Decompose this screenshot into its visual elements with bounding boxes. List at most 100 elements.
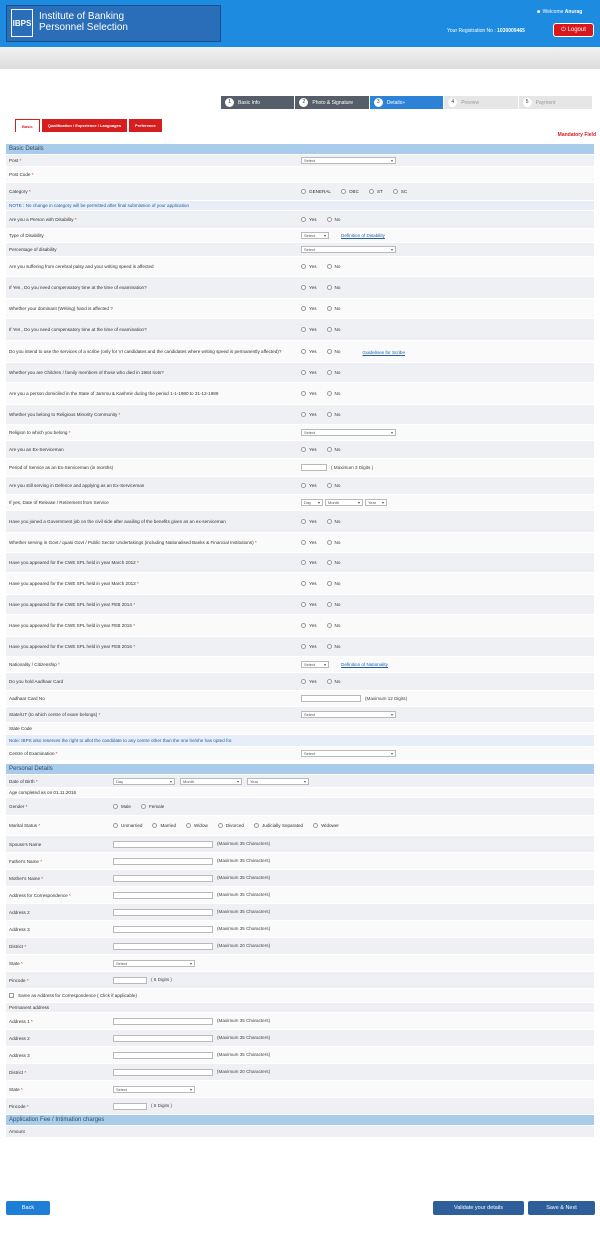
select-field[interactable]: Select (301, 232, 329, 239)
radio-circle[interactable] (253, 822, 259, 828)
radio-option[interactable]: Yes (301, 390, 317, 396)
radio-option[interactable]: GENERAL (301, 188, 331, 194)
date-select[interactable]: Day (113, 777, 175, 785)
radio-option[interactable]: Yes (301, 601, 317, 607)
step-4[interactable]: 4 Preview (444, 96, 518, 109)
radio-circle[interactable] (113, 803, 118, 809)
radio-circle[interactable] (301, 216, 306, 222)
radio-option[interactable]: Widow (186, 822, 208, 828)
radio-circle[interactable] (326, 284, 332, 290)
radio-circle[interactable] (301, 188, 306, 194)
radio-circle[interactable] (326, 580, 332, 586)
radio-circle[interactable] (186, 822, 192, 828)
radio-circle[interactable] (301, 446, 306, 452)
date-select[interactable]: Month (180, 777, 242, 785)
ibps-logo[interactable]: IBPS Institute of Banking Personnel Sele… (6, 5, 221, 42)
radio-option[interactable]: Female (140, 803, 164, 809)
radio-circle[interactable] (313, 822, 319, 828)
text-input[interactable] (113, 925, 213, 933)
text-input[interactable] (113, 1017, 213, 1025)
date-select[interactable]: Month (325, 499, 363, 506)
date-select[interactable]: Day (301, 499, 323, 506)
definition-link[interactable]: Definition of Nationality (341, 662, 388, 667)
radio-circle[interactable] (301, 284, 306, 290)
radio-circle[interactable] (340, 188, 346, 194)
radio-circle[interactable] (301, 369, 306, 375)
radio-circle[interactable] (326, 559, 332, 565)
radio-option[interactable]: No (326, 482, 340, 488)
radio-option[interactable]: No (326, 326, 340, 332)
step-1[interactable]: 1 Basic Info (221, 96, 295, 109)
radio-circle[interactable] (326, 326, 332, 332)
date-select[interactable]: Year (247, 777, 309, 785)
radio-circle[interactable] (326, 263, 332, 269)
date-select[interactable]: Year (365, 499, 387, 506)
radio-circle[interactable] (326, 539, 332, 545)
radio-circle[interactable] (301, 411, 306, 417)
radio-circle[interactable] (301, 622, 306, 628)
radio-circle[interactable] (326, 622, 332, 628)
radio-circle[interactable] (326, 369, 332, 375)
radio-circle[interactable] (326, 216, 332, 222)
radio-option[interactable]: Yes (301, 678, 317, 684)
radio-option[interactable]: Yes (301, 643, 317, 649)
radio-circle[interactable] (326, 348, 332, 354)
tab-3[interactable]: Preference (129, 119, 162, 132)
radio-option[interactable]: Judicially Separated (253, 822, 303, 828)
radio-option[interactable]: Yes (301, 518, 317, 524)
radio-circle[interactable] (301, 539, 306, 545)
radio-option[interactable]: Yes (301, 369, 317, 375)
radio-option[interactable]: Yes (301, 348, 317, 354)
radio-option[interactable]: Widower (313, 822, 339, 828)
radio-option[interactable]: Yes (301, 446, 317, 452)
radio-option[interactable]: No (326, 601, 340, 607)
radio-option[interactable]: No (326, 539, 340, 545)
radio-option[interactable]: Yes (301, 482, 317, 488)
radio-option[interactable]: No (326, 284, 340, 290)
radio-option[interactable]: Yes (301, 263, 317, 269)
text-input[interactable] (113, 942, 213, 950)
validate-button[interactable]: Validate your details (433, 1201, 524, 1215)
select-field[interactable]: Select (113, 959, 195, 967)
text-input[interactable] (113, 840, 213, 848)
pincode-input[interactable] (113, 1102, 147, 1110)
radio-circle[interactable] (301, 580, 306, 586)
radio-circle[interactable] (301, 559, 306, 565)
radio-option[interactable]: ST (368, 188, 383, 194)
radio-option[interactable]: No (326, 411, 340, 417)
radio-circle[interactable] (301, 482, 306, 488)
radio-circle[interactable] (140, 803, 146, 809)
radio-option[interactable]: Divorced (217, 822, 244, 828)
select-field[interactable]: Select (301, 750, 396, 757)
radio-option[interactable]: Married (152, 822, 176, 828)
back-button[interactable]: Back (6, 1201, 50, 1215)
step-3[interactable]: 3 Details » (369, 96, 444, 109)
radio-option[interactable]: No (326, 622, 340, 628)
radio-option[interactable]: No (326, 305, 340, 311)
radio-circle[interactable] (326, 643, 332, 649)
radio-circle[interactable] (326, 411, 332, 417)
radio-option[interactable]: No (326, 643, 340, 649)
step-2[interactable]: 2 Photo & Signature (295, 96, 369, 109)
radio-option[interactable]: No (326, 369, 340, 375)
radio-option[interactable]: Yes (301, 216, 317, 222)
definition-link[interactable]: Definition of Disability (341, 233, 385, 238)
radio-option[interactable]: No (326, 390, 340, 396)
select-field[interactable]: Select (301, 661, 329, 668)
pincode-input[interactable] (113, 976, 147, 984)
radio-option[interactable]: Yes (301, 580, 317, 586)
text-input[interactable] (301, 464, 327, 471)
radio-circle[interactable] (301, 263, 306, 269)
radio-circle[interactable] (301, 305, 306, 311)
radio-circle[interactable] (113, 822, 118, 828)
checkbox-row[interactable]: Same as Address for Correspondence ( Cli… (6, 993, 406, 999)
text-input[interactable] (113, 891, 213, 899)
radio-option[interactable]: Yes (301, 284, 317, 290)
text-input[interactable] (113, 857, 213, 865)
radio-option[interactable]: No (326, 263, 340, 269)
select-field[interactable]: Select (301, 246, 396, 253)
scribe-guidelines-link[interactable]: Guidelines for Scribe (362, 350, 405, 355)
select-field[interactable]: Select (113, 1085, 195, 1093)
radio-circle[interactable] (326, 482, 332, 488)
select-field[interactable]: Select (301, 157, 396, 164)
